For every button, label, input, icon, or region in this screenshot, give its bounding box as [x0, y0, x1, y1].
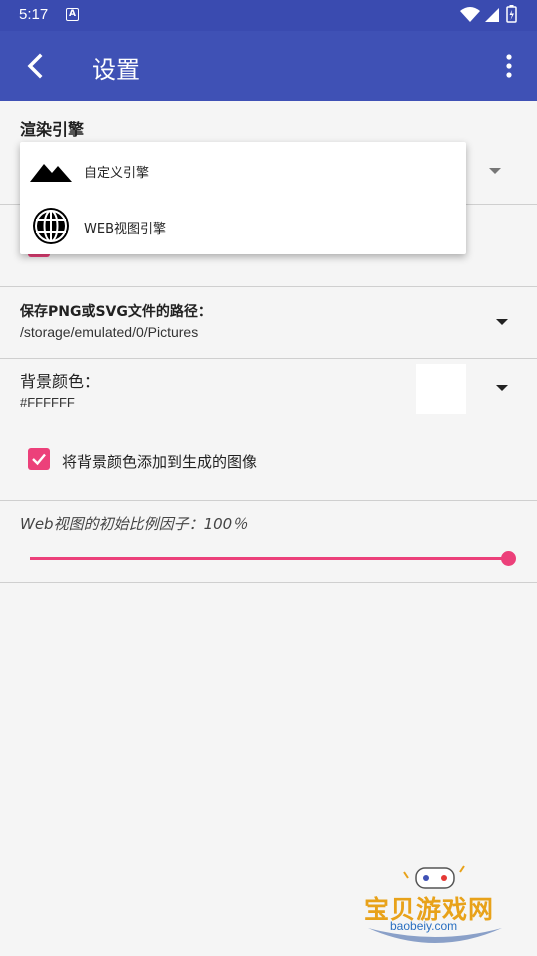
- more-vert-icon: [506, 54, 512, 78]
- color-swatch[interactable]: [416, 364, 466, 414]
- watermark-en: baobeiy.com: [390, 919, 458, 933]
- watermark-logo: 宝贝游戏网 baobeiy.com: [360, 862, 510, 954]
- render-engine-popup: 自定义引擎 WEB视图引擎: [20, 142, 466, 254]
- page-title: 设置: [92, 56, 140, 84]
- popup-option-label: WEB视图引擎: [84, 222, 166, 237]
- scale-factor-label: Web视图的初始比例因子：100％: [20, 515, 248, 533]
- battery-icon: [506, 5, 517, 23]
- wifi-icon: [460, 7, 480, 22]
- globe-icon: [33, 208, 69, 244]
- popup-option-label: 自定义引擎: [84, 166, 150, 181]
- more-options-button[interactable]: [499, 53, 519, 79]
- chevron-down-icon[interactable]: [489, 168, 501, 174]
- background-color-value: #FFFFFF: [20, 395, 75, 410]
- notification-icon: A: [66, 8, 79, 21]
- chevron-left-icon: [27, 53, 43, 79]
- check-icon: [32, 453, 46, 466]
- add-background-label: 将背景颜色添加到生成的图像: [62, 453, 258, 471]
- render-engine-label: 渲染引擎: [20, 120, 85, 139]
- save-path-value: /storage/emulated/0/Pictures: [20, 324, 199, 340]
- scale-factor-section: Web视图的初始比例因子：100％: [0, 501, 537, 583]
- status-icons: [459, 5, 521, 29]
- mountain-icon: [30, 164, 72, 182]
- add-background-checkbox[interactable]: [28, 448, 50, 470]
- background-color-label: 背景颜色：: [20, 372, 101, 391]
- back-button[interactable]: [18, 51, 52, 81]
- app-bar: 设置: [0, 31, 537, 101]
- scale-slider-thumb[interactable]: [501, 551, 516, 566]
- save-path-label: 保存PNG或SVG文件的路径：: [20, 304, 212, 320]
- save-path-section[interactable]: 保存PNG或SVG文件的路径： /storage/emulated/0/Pict…: [0, 287, 537, 359]
- chevron-down-icon[interactable]: [496, 385, 508, 391]
- popup-option-web-engine[interactable]: WEB视图引擎: [20, 198, 466, 254]
- status-bar: 5:17 A: [0, 0, 537, 31]
- scale-slider-track[interactable]: [30, 557, 508, 560]
- status-time: 5:17: [19, 6, 49, 23]
- signal-icon: [485, 8, 499, 22]
- popup-option-custom-engine[interactable]: 自定义引擎: [20, 142, 466, 198]
- chevron-down-icon[interactable]: [496, 319, 508, 325]
- background-color-section: 背景颜色： #FFFFFF 将背景颜色添加到生成的图像: [0, 359, 537, 501]
